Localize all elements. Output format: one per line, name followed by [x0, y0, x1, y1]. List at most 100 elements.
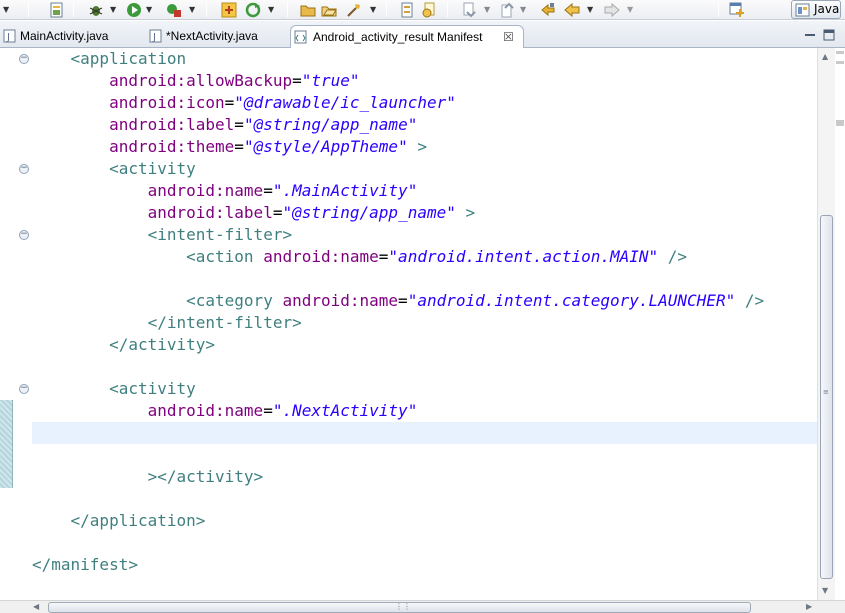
tab-main-activity[interactable]: J MainActivity.java — [0, 25, 140, 48]
xml-tag-token: /> — [658, 247, 688, 266]
debug-icon[interactable] — [88, 2, 104, 18]
toolbar-separator — [73, 2, 74, 17]
prev-annotation-icon[interactable] — [499, 2, 515, 18]
maximize-icon[interactable] — [823, 29, 835, 41]
tab-label: *NextActivity.java — [166, 29, 258, 43]
xml-tag-token: <application — [70, 49, 187, 68]
code-line[interactable]: <activity — [32, 378, 196, 400]
xml-file-icon — [294, 30, 307, 44]
xml-value-token: "android.intent.category.LAUNCHER" — [407, 291, 736, 310]
dropdown-arrow-icon[interactable]: ▼ — [189, 5, 195, 14]
dropdown-arrow-icon[interactable]: ▼ — [370, 5, 376, 14]
dropdown-arrow-icon[interactable]: ▼ — [146, 5, 152, 14]
dropdown-arrow-icon[interactable]: ▼ — [3, 5, 9, 14]
xml-value-token: ".MainActivity" — [272, 181, 418, 200]
xml-equals-token: = — [224, 93, 235, 112]
dropdown-arrow-icon[interactable]: ▼ — [268, 5, 274, 14]
fold-toggle-icon[interactable]: − — [19, 54, 29, 64]
code-line[interactable]: <activity — [32, 158, 196, 180]
next-annotation-icon[interactable] — [461, 2, 477, 18]
forward-icon[interactable] — [604, 2, 620, 18]
vertical-scroll-thumb[interactable]: ≡ — [820, 215, 833, 579]
xml-equals-token: = — [378, 247, 389, 266]
code-line[interactable]: <intent-filter> — [32, 224, 293, 246]
last-edit-icon[interactable] — [540, 2, 556, 18]
code-line[interactable]: </application> — [32, 510, 206, 532]
code-line[interactable]: android:label="@string/app_name" — [32, 114, 417, 136]
perspective-label: Java — [814, 2, 840, 16]
xml-equals-token: = — [234, 137, 244, 156]
overview-mark — [836, 61, 844, 64]
new-java-class-icon[interactable] — [221, 2, 237, 18]
xml-attribute-token: android:name — [147, 401, 264, 420]
scroll-down-icon[interactable]: ▼ — [822, 586, 828, 595]
perspective-java-button[interactable]: Java — [791, 0, 841, 19]
external-tools-icon[interactable] — [166, 2, 182, 18]
code-line[interactable]: </intent-filter> — [32, 312, 302, 334]
java-file-icon: J — [3, 29, 16, 43]
xml-attribute-token: android:theme — [109, 137, 235, 156]
dropdown-arrow-icon[interactable]: ▼ — [587, 5, 593, 14]
scroll-right-icon[interactable]: ▶ — [806, 602, 812, 611]
tab-next-activity[interactable]: J *NextActivity.java — [146, 25, 286, 48]
code-line[interactable]: </manifest> — [32, 554, 138, 576]
overview-ruler[interactable] — [835, 48, 845, 600]
horizontal-scroll-thumb[interactable]: ⋮⋮ — [48, 602, 751, 613]
back-icon[interactable] — [564, 2, 580, 18]
overview-mark — [836, 51, 844, 54]
close-tab-icon[interactable]: ☒ — [503, 26, 514, 48]
editor-tab-bar: J MainActivity.java J *NextActivity.java… — [0, 21, 845, 49]
fold-toggle-icon[interactable]: − — [19, 230, 29, 240]
code-line[interactable]: android:allowBackup="true" — [32, 70, 359, 92]
code-line[interactable]: android:icon="@drawable/ic_launcher" — [32, 92, 456, 114]
open-folder-icon[interactable] — [300, 2, 316, 18]
toolbar-separator — [28, 2, 29, 17]
annotation-icon[interactable] — [421, 2, 437, 18]
fold-toggle-icon[interactable]: − — [19, 384, 29, 394]
code-line[interactable]: android:label="@string/app_name" > — [32, 202, 476, 224]
code-line[interactable]: android:theme="@style/AppTheme" > — [32, 136, 427, 158]
xml-tag-token: <category — [186, 291, 283, 310]
dropdown-arrow-icon[interactable]: ▼ — [110, 5, 116, 14]
code-line[interactable]: <application — [32, 48, 187, 70]
scroll-up-icon[interactable]: ▲ — [822, 52, 828, 61]
scroll-left-icon[interactable]: ◀ — [33, 602, 39, 611]
xml-tag-token: </intent-filter> — [147, 313, 302, 332]
dropdown-arrow-icon[interactable]: ▼ — [627, 5, 633, 14]
code-line[interactable]: android:name=".NextActivity" — [32, 400, 418, 422]
dropdown-arrow-icon[interactable]: ▼ — [484, 5, 490, 14]
toggle-mark-icon[interactable] — [399, 2, 415, 18]
xml-attribute-token: android:name — [263, 247, 379, 266]
change-marker — [0, 400, 13, 488]
code-area[interactable]: <application android:allowBackup="true" … — [32, 48, 817, 600]
refresh-icon[interactable] — [245, 2, 261, 18]
code-line[interactable]: <action android:name="android.intent.act… — [32, 246, 687, 268]
code-line[interactable]: </activity> — [32, 334, 215, 356]
open-perspective-icon[interactable] — [729, 2, 745, 18]
code-line[interactable]: <category android:name="android.intent.c… — [32, 290, 764, 312]
xml-tag-token: </activity> — [109, 335, 216, 354]
xml-tag-token: /> — [735, 291, 765, 310]
xml-value-token: ".NextActivity" — [272, 401, 418, 420]
horizontal-scrollbar[interactable]: ◀ ⋮⋮ ▶ — [0, 600, 845, 613]
open-type-icon[interactable] — [321, 2, 337, 18]
tab-manifest[interactable]: Android_activity_result Manifest ☒ — [290, 25, 524, 49]
fold-toggle-icon[interactable]: − — [19, 164, 29, 174]
search-icon[interactable] — [346, 2, 362, 18]
minimize-icon[interactable] — [804, 29, 816, 41]
code-line[interactable]: android:name=".MainActivity" — [32, 180, 418, 202]
grip-icon: ≡ — [823, 388, 829, 396]
vertical-scrollbar[interactable]: ▲ ≡ ▼ — [817, 48, 835, 600]
xml-attribute-token: android:name — [147, 181, 264, 200]
dropdown-arrow-icon[interactable]: ▼ — [520, 5, 526, 14]
new-file-icon[interactable] — [49, 2, 65, 18]
toolbar-separator — [287, 2, 288, 17]
xml-source-editor[interactable]: − − − − <application android:allowBackup="t… — [0, 48, 845, 600]
run-icon[interactable] — [126, 2, 142, 18]
code-line[interactable]: ></activity> — [32, 466, 264, 488]
